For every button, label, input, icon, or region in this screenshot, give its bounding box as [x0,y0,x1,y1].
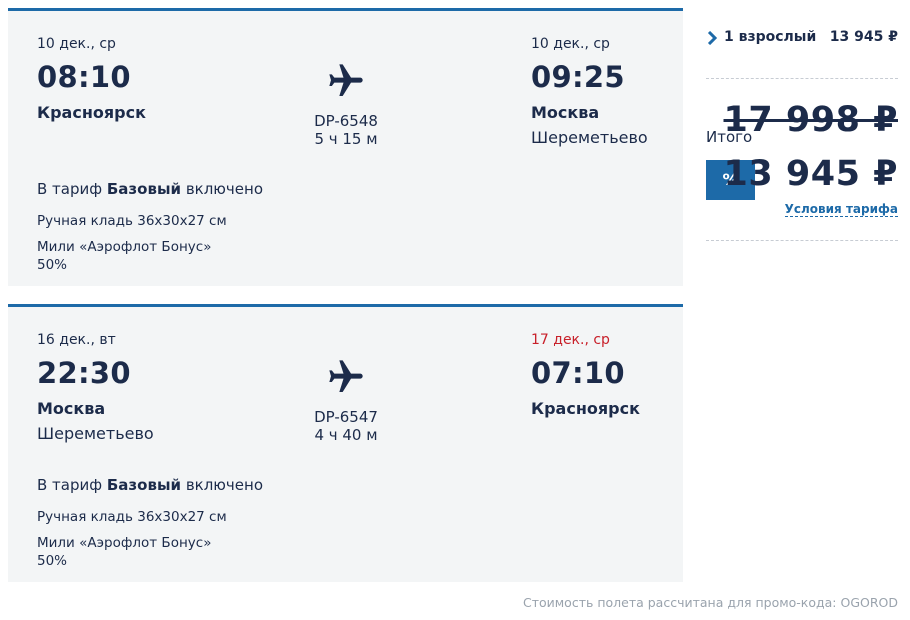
chevron-right-icon [707,31,718,45]
feature-miles: Мили «Аэрофлот Бонус» [37,239,212,255]
flight-duration: 5 ч 15 м [314,130,378,148]
departure-time: 22:30 [37,356,131,390]
flight-duration: 4 ч 40 м [314,426,378,444]
tariff-suffix: включено [185,476,264,494]
airplane-icon [329,360,363,392]
tariff-name: Базовый [106,476,182,494]
feature-miles: Мили «Аэрофлот Бонус» [37,535,212,551]
tariff-line: В тариф Базовый включено [37,476,263,494]
arrival-city: Москва [531,103,600,122]
tariff-prefix: В тариф [37,476,103,494]
tariff-conditions-link[interactable]: Условия тарифа [784,202,898,217]
feature-hand-luggage: Ручная кладь 36x30x27 см [37,509,227,525]
airplane-icon [329,64,363,96]
departure-airport: Шереметьево [37,424,154,443]
passengers-toggle[interactable]: 1 взрослый 13 945 ₽ [706,29,898,49]
arrival-time: 09:25 [531,60,625,94]
tariff-suffix: включено [185,180,264,198]
total-price: 13 945 ₽ [723,154,898,194]
price-summary: 1 взрослый 13 945 ₽ 17 998 ₽ Итого % 13 … [706,0,898,260]
departure-city: Москва [37,399,106,418]
divider [706,78,898,79]
divider [706,240,898,241]
departure-date: 16 дек., вт [37,332,116,348]
flight-number: DP-6548 [314,112,378,130]
tariff-name: Базовый [106,180,182,198]
departure-date: 10 дек., ср [37,36,116,52]
feature-miles-percent: 50% [37,553,68,569]
arrival-date: 17 дек., ср [531,332,610,348]
flight-segment-card: 16 дек., вт 22:30 Москва Шереметьево DP-… [8,304,683,582]
arrival-airport: Шереметьево [531,128,648,147]
arrival-time: 07:10 [531,356,625,390]
tariff-prefix: В тариф [37,180,103,198]
promo-footnote: Стоимость полета рассчитана для промо-ко… [522,595,898,610]
feature-miles-percent: 50% [37,257,68,273]
tariff-line: В тариф Базовый включено [37,180,263,198]
passengers-price: 13 945 ₽ [829,29,898,45]
flight-segment-card: 10 дек., ср 08:10 Красноярск DP-6548 5 ч… [8,8,683,286]
arrival-city: Красноярск [531,399,640,418]
flight-number: DP-6547 [314,408,378,426]
feature-hand-luggage: Ручная кладь 36x30x27 см [37,213,227,229]
departure-time: 08:10 [37,60,131,94]
passengers-label: 1 взрослый [724,29,817,45]
arrival-date: 10 дек., ср [531,36,610,52]
departure-city: Красноярск [37,103,146,122]
total-label: Итого [706,128,753,146]
